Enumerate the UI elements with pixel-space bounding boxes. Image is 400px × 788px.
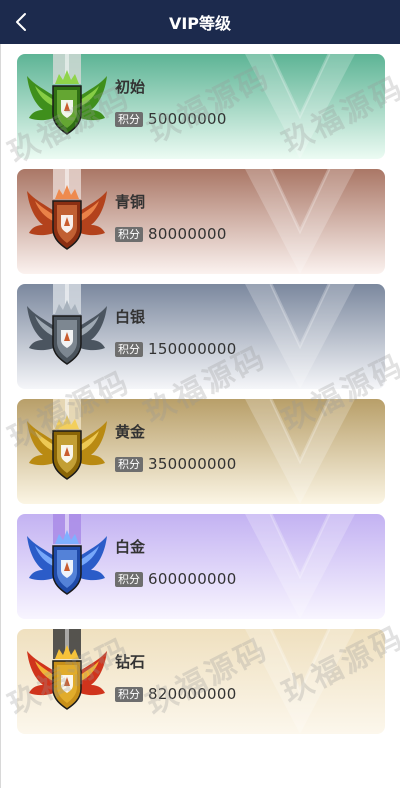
vip-level-card-4[interactable]: 白金 积分 600000000 bbox=[17, 514, 385, 619]
chevron-decoration-icon bbox=[245, 54, 355, 159]
back-button[interactable] bbox=[6, 6, 38, 38]
points-value: 150000000 bbox=[148, 340, 237, 358]
points-row: 积分 820000000 bbox=[115, 685, 237, 703]
points-badge: 积分 bbox=[115, 571, 143, 587]
green-winged-shield-medal-icon bbox=[27, 54, 107, 135]
header-bar: VIP等级 bbox=[0, 0, 400, 44]
chevron-left-icon bbox=[16, 13, 26, 31]
points-badge: 积分 bbox=[115, 686, 143, 702]
vip-level-card-0[interactable]: 初始 积分 50000000 bbox=[17, 54, 385, 159]
silver-winged-shield-medal-icon bbox=[27, 284, 107, 365]
points-badge: 积分 bbox=[115, 111, 143, 127]
chevron-decoration-icon bbox=[245, 169, 355, 274]
level-name: 青铜 bbox=[115, 193, 146, 211]
points-value: 820000000 bbox=[148, 685, 237, 703]
points-value: 350000000 bbox=[148, 455, 237, 473]
points-row: 积分 150000000 bbox=[115, 340, 237, 358]
bronze-winged-shield-medal-icon bbox=[27, 169, 107, 250]
red-gold-winged-shield-medal-icon bbox=[27, 629, 107, 710]
points-badge: 积分 bbox=[115, 456, 143, 472]
level-name: 白金 bbox=[115, 538, 146, 556]
level-name: 初始 bbox=[115, 78, 146, 96]
points-row: 积分 50000000 bbox=[115, 110, 227, 128]
points-badge: 积分 bbox=[115, 226, 143, 242]
points-badge: 积分 bbox=[115, 341, 143, 357]
vip-level-list: 初始 积分 50000000 青铜 积分 80000000 白银 积分 1500… bbox=[17, 54, 385, 744]
vip-level-card-5[interactable]: 钻石 积分 820000000 bbox=[17, 629, 385, 734]
level-name: 钻石 bbox=[115, 653, 146, 671]
points-row: 积分 350000000 bbox=[115, 455, 237, 473]
points-value: 50000000 bbox=[148, 110, 227, 128]
chevron-decoration-icon bbox=[245, 514, 355, 619]
vip-level-card-2[interactable]: 白银 积分 150000000 bbox=[17, 284, 385, 389]
left-edge-divider bbox=[0, 44, 1, 788]
points-value: 600000000 bbox=[148, 570, 237, 588]
gold-winged-shield-medal-icon bbox=[27, 399, 107, 480]
page-title: VIP等级 bbox=[168, 14, 232, 33]
points-row: 积分 600000000 bbox=[115, 570, 237, 588]
blue-winged-shield-medal-icon bbox=[27, 514, 107, 595]
level-name: 白银 bbox=[115, 308, 146, 326]
chevron-decoration-icon bbox=[245, 629, 355, 734]
points-value: 80000000 bbox=[148, 225, 227, 243]
chevron-decoration-icon bbox=[245, 399, 355, 504]
vip-level-card-3[interactable]: 黄金 积分 350000000 bbox=[17, 399, 385, 504]
vip-level-card-1[interactable]: 青铜 积分 80000000 bbox=[17, 169, 385, 274]
chevron-decoration-icon bbox=[245, 284, 355, 389]
level-name: 黄金 bbox=[115, 423, 146, 441]
points-row: 积分 80000000 bbox=[115, 225, 227, 243]
